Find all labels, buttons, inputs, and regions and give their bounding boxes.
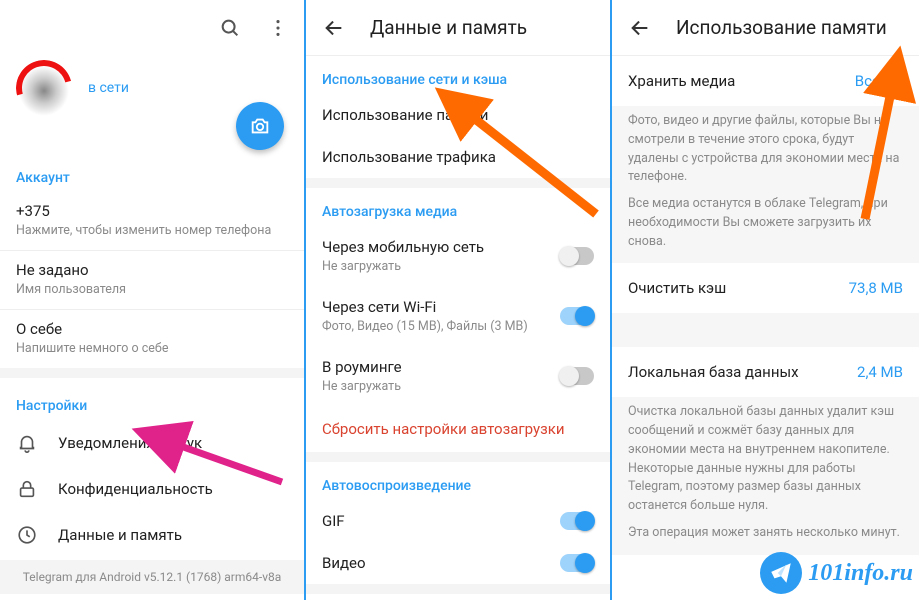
phone-row[interactable]: +375 Нажмите, чтобы изменить номер телеф…	[0, 192, 304, 250]
net-cache-section: Использование сети и кэша	[306, 56, 610, 94]
header-data-storage: Данные и память	[306, 0, 610, 56]
paper-plane-icon	[760, 552, 802, 594]
username-row[interactable]: Не задано Имя пользователя	[0, 251, 304, 309]
settings-section-label: Настройки	[0, 378, 304, 420]
data-storage-row[interactable]: Данные и память	[0, 512, 304, 558]
profile-header	[0, 0, 304, 56]
keep-media-desc: Фото, видео и другие файлы, которые Вы н…	[612, 106, 919, 263]
bell-icon	[16, 432, 38, 454]
clear-cache-row[interactable]: Очистить кэш 73,8 MB	[612, 263, 919, 313]
local-db-row[interactable]: Локальная база данных 2,4 MB	[612, 347, 919, 397]
gif-toggle[interactable]	[560, 512, 594, 530]
roaming-row[interactable]: В роуминге Не загружать	[306, 346, 610, 406]
reset-autoload[interactable]: Сбросить настройки автозагрузки	[306, 406, 610, 452]
stream-section: Стриминг	[306, 594, 610, 600]
about-row[interactable]: О себе Напишите немного о себе	[0, 310, 304, 368]
privacy-row[interactable]: Конфиденциальность	[0, 466, 304, 512]
notifications-row[interactable]: Уведомления и звук	[0, 420, 304, 466]
clock-icon	[16, 524, 38, 546]
roaming-toggle[interactable]	[560, 367, 594, 385]
back-icon[interactable]	[320, 14, 348, 42]
storage-usage-row[interactable]: Использование памяти	[306, 94, 610, 136]
online-status: в сети	[88, 80, 129, 96]
mobile-row[interactable]: Через мобильную сеть Не загружать	[306, 226, 610, 286]
video-row[interactable]: Видео	[306, 542, 610, 584]
keep-media-row[interactable]: Хранить медиа Всегда	[612, 56, 919, 106]
profile-summary[interactable]: в сети	[0, 56, 304, 128]
traffic-usage-row[interactable]: Использование трафика	[306, 136, 610, 178]
back-icon[interactable]	[626, 14, 654, 42]
wifi-toggle[interactable]	[560, 307, 594, 325]
page-title: Использование памяти	[676, 16, 887, 39]
version-footer: Telegram для Android v5.12.1 (1768) arm6…	[0, 560, 304, 594]
avatar[interactable]	[16, 60, 72, 116]
camera-fab[interactable]	[236, 102, 284, 150]
account-section-label: Аккаунт	[0, 150, 304, 192]
autoload-section: Автозагрузка медиа	[306, 188, 610, 226]
mobile-toggle[interactable]	[560, 247, 594, 265]
lock-icon	[16, 478, 38, 500]
header-storage-usage: Использование памяти	[612, 0, 919, 56]
wifi-row[interactable]: Через сети Wi-Fi Фото, Видео (15 MB), Фа…	[306, 286, 610, 346]
page-title: Данные и память	[370, 16, 527, 39]
watermark-logo: 101info.ru	[760, 552, 913, 594]
autoplay-section: Автовоспроизведение	[306, 462, 610, 500]
gif-row[interactable]: GIF	[306, 500, 610, 542]
search-icon[interactable]	[216, 14, 244, 42]
video-toggle[interactable]	[560, 554, 594, 572]
more-icon[interactable]	[264, 14, 292, 42]
local-db-desc: Очистка локальной базы данных удалит кэш…	[612, 397, 919, 554]
